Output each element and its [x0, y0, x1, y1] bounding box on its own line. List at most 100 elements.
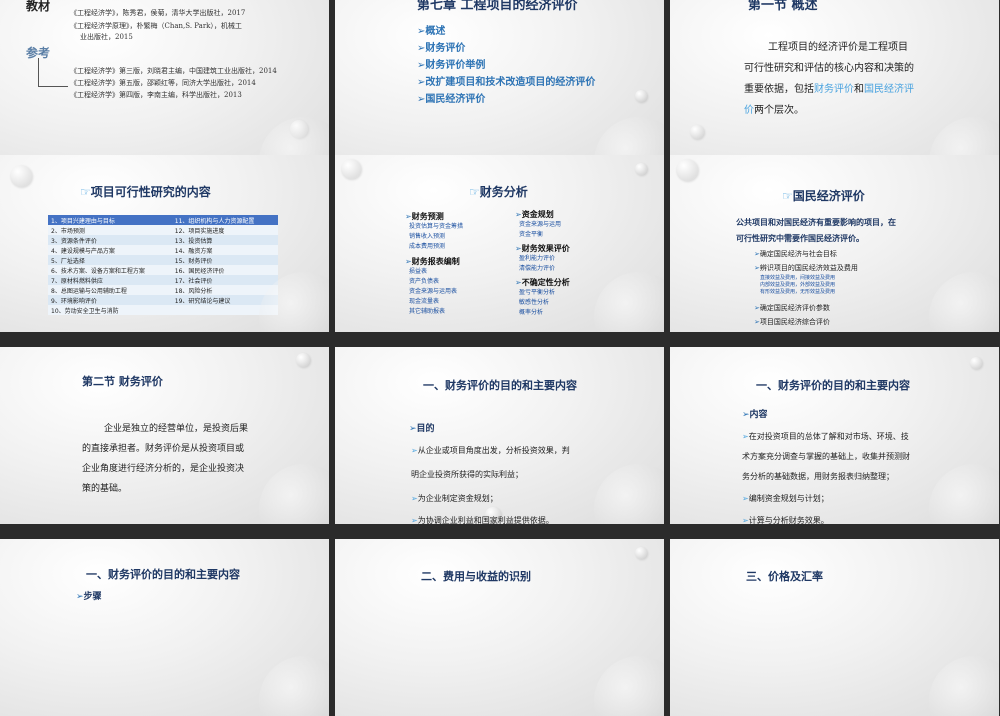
slide-thumbnail-6[interactable]: ☞国民经济评价 公共项目和对国民经济有重要影响的项目，在 可行性研究中需要作国民… [670, 155, 999, 332]
slide-thumbnail-3[interactable]: 第一节 概述 工程项目的经济评价是工程项目 可行性研究和评估的核心内容和决策的 … [670, 0, 999, 177]
group-item: 销售收入预测 [409, 233, 446, 240]
slide-thumbnail-8[interactable]: 一、财务评价的目的和主要内容 ➢目的 ➢从企业或项目角度出发，分析投资效果，判 … [335, 347, 664, 524]
toc-item: 财务评价 [425, 43, 466, 54]
paragraph-line: 在对投资项目的总体了解和对市场、环境、技 [748, 432, 909, 441]
slide-thumbnail-2[interactable]: 第七章 工程项目的经济评价 ➢概述 ➢财务评价 ➢财务评价举例 ➢改扩建项目和技… [335, 0, 664, 177]
slide-thumbnail-4[interactable]: ☞项目可行性研究的内容 1、项目兴建理由与目标 11、组织机构与人力资源配置 2、… [0, 155, 329, 332]
water-drop-decoration [970, 357, 982, 369]
group-item: 资产负债表 [409, 278, 440, 285]
highlight-text: 国民经济评 [864, 84, 914, 95]
group-heading: 资金规划 [521, 210, 554, 219]
slide-thumbnail-12[interactable]: 三、价格及汇率 [670, 539, 999, 716]
arrow-bullet-icon: ➢ [742, 516, 749, 524]
group-item: 资金来源与运用 [519, 221, 562, 228]
content-table: 1、项目兴建理由与目标 11、组织机构与人力资源配置 2、市场预测 12、项目实施进… [48, 215, 278, 315]
paragraph-text: 两个层次。 [754, 105, 804, 116]
group-item: 资金平衡 [519, 231, 544, 238]
paragraph-line: 企业是独立的经营单位，是投资后果 [104, 424, 249, 434]
group-heading: 财务报表编制 [411, 257, 460, 266]
paragraph-line: 为协调企业利益和国家利益提供依据。 [417, 516, 554, 524]
bullet-text: 辨识项目的国民经济效益及费用 [759, 264, 858, 272]
arrow-bullet-icon: ➢ [411, 516, 418, 524]
label-textbook: 教材 [26, 0, 51, 13]
table-cell: 14、融资方案 [171, 245, 278, 255]
paragraph-line: 企业角度进行经济分析的，是企业投资决 [82, 464, 245, 474]
paragraph-line: 从企业或项目角度出发，分析投资效果，判 [417, 446, 570, 455]
reference-line: 《工程经济学》第五版，邵颖红等，同济大学出版社，2014 [70, 79, 256, 87]
slide-title: 第二节 财务评价 [82, 375, 163, 388]
slide-title: 一、财务评价的目的和主要内容 [423, 379, 577, 392]
arrow-bullet-icon: ➢ [411, 494, 418, 503]
table-cell: 16、国民经济评价 [171, 265, 278, 275]
toc-item: 国民经济评价 [425, 94, 486, 105]
slide-title: 国民经济评价 [792, 189, 865, 203]
group-item: 现金流量表 [409, 298, 440, 305]
bullet-text: 确定国民经济与社会目标 [759, 250, 837, 258]
list-icon: ☞ [469, 185, 480, 199]
slide-thumbnail-10[interactable]: 一、财务评价的目的和主要内容 ➢步骤 [0, 539, 329, 716]
slide-title: 第七章 工程项目的经济评价 [417, 0, 578, 13]
group-item: 投资估算与资金筹措 [409, 223, 464, 230]
slide-title: 一、财务评价的目的和主要内容 [86, 568, 240, 581]
group-item: 盈利能力评价 [519, 255, 556, 262]
group-item: 其它辅助报表 [409, 308, 446, 315]
bullet-text: 项目国民经济综合评价 [759, 318, 830, 326]
paragraph-line: 术方案充分调查与掌握的基础上，收集并预测财 [742, 452, 910, 461]
section-head: 目的 [416, 424, 435, 434]
connector-line [38, 86, 68, 87]
group-item: 资金来源与运用表 [409, 288, 458, 295]
slide-thumbnail-5[interactable]: ☞财务分析 ➢财务预测 投资估算与资金筹措 销售收入预测 成本费用预测 ➢财务报… [335, 155, 664, 332]
table-cell: 17、社会评价 [171, 275, 278, 285]
bullet-text: 确定国民经济评价参数 [759, 304, 830, 312]
slide-thumbnail-7[interactable]: 第二节 财务评价 企业是独立的经营单位，是投资后果 的直接承担者。财务评价是从投… [0, 347, 329, 524]
slide-thumbnail-11[interactable]: 二、费用与收益的识别 [335, 539, 664, 716]
table-cell: 2、市场预测 [48, 225, 172, 235]
table-cell: 3、资源条件评价 [48, 235, 172, 245]
arrow-bullet-icon: ➢ [76, 592, 84, 602]
toc-item: 概述 [425, 26, 446, 37]
arrow-bullet-icon: ➢ [405, 257, 412, 266]
arrow-bullet-icon: ➢ [515, 244, 522, 253]
slide-thumbnail-9[interactable]: 一、财务评价的目的和主要内容 ➢内容 ➢在对投资项目的总体了解和对市场、环境、技… [670, 347, 999, 524]
slide-title: 项目可行性研究的内容 [90, 185, 211, 199]
table-cell: 4、建设规模与产品方案 [48, 245, 172, 255]
paragraph-line: 工程项目的经济评价是工程项目 [768, 42, 908, 53]
table-cell [171, 305, 278, 315]
highlight-text: 价 [744, 105, 754, 116]
paragraph-line: 的直接承担者。财务评价是从投资项目或 [82, 444, 245, 454]
paragraph-text: 重要依据，包括 [744, 84, 814, 95]
table-cell: 1、项目兴建理由与目标 [48, 215, 172, 225]
paragraph-line: 为企业制定资金规划； [417, 494, 498, 503]
sub-item: 内部效益及费用，外部效益及费用 [760, 282, 836, 288]
sub-item: 直接效益及费用，间接效益及费用 [760, 275, 836, 281]
arrow-bullet-icon: ➢ [411, 446, 418, 455]
table-cell: 13、投资估算 [171, 235, 278, 245]
list-icon: ☞ [782, 189, 793, 203]
water-drop-decoration [290, 120, 308, 138]
slide-title: 财务分析 [479, 185, 528, 199]
highlight-text: 财务评价 [814, 84, 854, 95]
slide-title: 三、价格及汇率 [746, 570, 823, 583]
group-item: 概率分析 [519, 309, 544, 316]
arrow-bullet-icon: ➢ [742, 432, 749, 441]
paragraph-line: 计算与分析财务效果。 [748, 516, 829, 524]
sub-item: 有形效益及费用，无形效益及费用 [760, 289, 836, 295]
water-drop-decoration [341, 159, 361, 179]
group-heading: 财务效果评价 [521, 244, 570, 253]
slide-thumbnail-1[interactable]: 教材 《工程经济学》，陈秀君，侯菊，清华大学出版社，2017 《工程经济学原理》… [0, 0, 329, 177]
group-item: 损益表 [409, 268, 428, 275]
table-cell: 11、组织机构与人力资源配置 [171, 215, 278, 225]
paragraph-line: 可行性研究和评估的核心内容和决策的 [744, 63, 914, 74]
paragraph-line: 策的基础。 [82, 484, 128, 494]
intro-line: 公共项目和对国民经济有重要影响的项目，在 [736, 218, 896, 227]
slide-title: 一、财务评价的目的和主要内容 [756, 379, 910, 392]
slide-title: 第一节 概述 [748, 0, 818, 13]
table-cell: 18、风险分析 [171, 285, 278, 295]
water-drop-decoration [10, 165, 32, 187]
toc-item: 财务评价举例 [425, 60, 486, 71]
arrow-bullet-icon: ➢ [409, 424, 417, 434]
arrow-bullet-icon: ➢ [515, 210, 522, 219]
section-head: 内容 [749, 410, 768, 420]
reference-line: 《工程经济学》第四版，李南主编，科学出版社，2013 [70, 91, 242, 99]
table-cell: 12、项目实施进度 [171, 225, 278, 235]
